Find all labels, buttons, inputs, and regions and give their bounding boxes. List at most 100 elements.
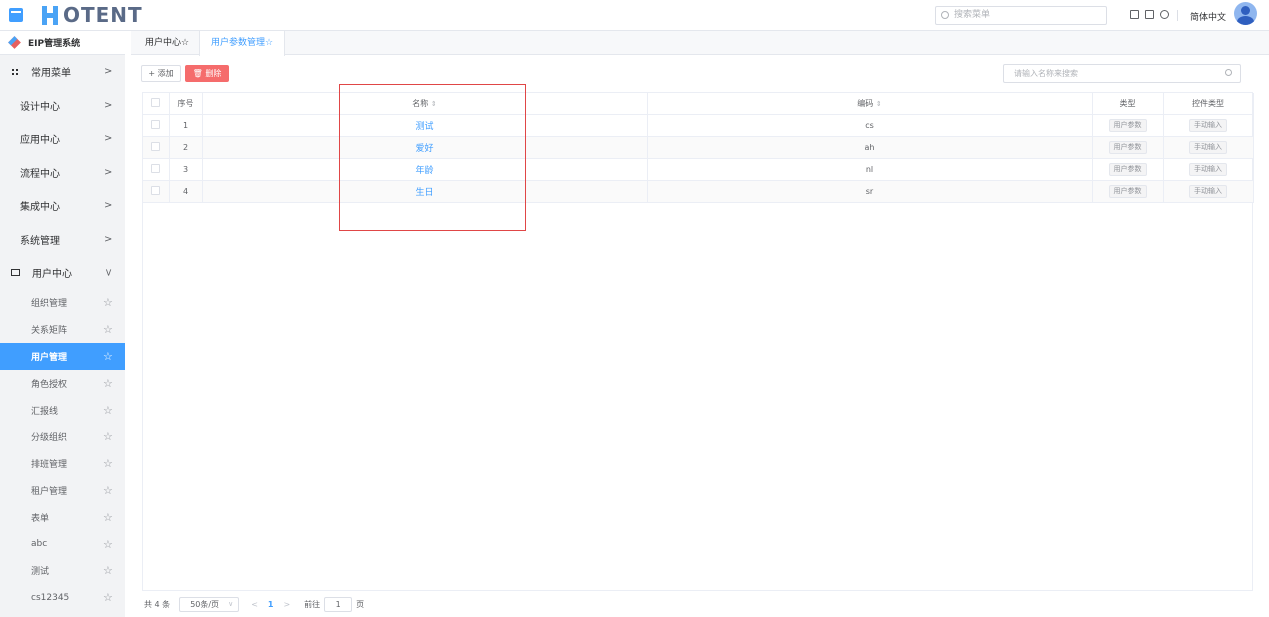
star-icon[interactable]: ☆ <box>103 323 113 336</box>
sidebar-subitem[interactable]: 用户管理 ☆ <box>0 343 125 370</box>
tab-user-center[interactable]: 用户中心☆ <box>137 31 197 55</box>
page-number[interactable]: 1 <box>268 600 274 609</box>
sidebar-item-design-center[interactable]: 设计中心 > <box>0 89 125 123</box>
sidebar-item-common-menu[interactable]: 常用菜单 > <box>0 55 125 89</box>
delete-button-label: 删除 <box>205 69 222 78</box>
sidebar-item-label: 流程中心 <box>20 168 60 180</box>
cell-index: 1 <box>182 120 189 130</box>
sidebar-subitem[interactable]: 组织管理 ☆ <box>0 290 125 317</box>
page-size-select[interactable]: 50条/页 ∨ <box>179 597 240 612</box>
next-page-button[interactable]: > <box>283 600 290 609</box>
header-code[interactable]: 编码 ⇕ <box>647 93 1093 115</box>
sidebar-item-integration-center[interactable]: 集成中心 > <box>0 189 125 223</box>
monitor-icon <box>11 269 20 277</box>
name-search-input[interactable]: 请输入名称来搜索 <box>1003 64 1241 83</box>
star-icon[interactable]: ☆ <box>103 404 113 417</box>
row-checkbox[interactable] <box>151 119 161 129</box>
cell-type-tag: 用户参数 <box>1108 162 1147 176</box>
delete-button[interactable]: 🗑︎ 删除 <box>185 65 229 82</box>
cell-type-cell: 用户参数 <box>1092 114 1164 137</box>
cell-type-cell: 用户参数 <box>1092 158 1164 181</box>
sidebar-subitem-label: 组织管理 <box>31 299 68 310</box>
sidebar-item-app-center[interactable]: 应用中心 > <box>0 122 125 156</box>
sidebar-subitem[interactable]: 角色授权 ☆ <box>0 370 125 397</box>
sidebar-item-label: 系统管理 <box>20 235 60 247</box>
sidebar-subitem[interactable]: 测试 ☆ <box>0 557 125 584</box>
avatar[interactable] <box>1234 2 1257 25</box>
table-row: 4 生日 sr 用户参数 手动输入 <box>143 180 1254 203</box>
sidebar: EIP管理系统 常用菜单 > 设计中心 > 应用中心 > 流程中心 > 集成中心… <box>0 31 125 617</box>
row-checkbox-cell <box>143 158 170 181</box>
cell-index-cell: 1 <box>169 114 203 137</box>
goto-page-input[interactable]: 1 <box>324 597 353 612</box>
cell-code-cell: sr <box>647 180 1093 203</box>
language-switch[interactable]: 简体中文 <box>1190 10 1226 23</box>
search-icon[interactable] <box>1225 69 1232 76</box>
row-checkbox[interactable] <box>151 185 161 195</box>
menu-search-placeholder: 搜索菜单 <box>954 10 991 20</box>
star-icon[interactable]: ☆ <box>103 484 113 497</box>
cell-control-type-cell: 手动输入 <box>1163 158 1254 181</box>
row-checkbox[interactable] <box>151 163 161 173</box>
star-icon[interactable]: ☆ <box>103 377 113 390</box>
cell-control-type-tag: 手动输入 <box>1189 140 1227 154</box>
sidebar-item-system-management[interactable]: 系统管理 > <box>0 223 125 257</box>
system-name: EIP管理系统 <box>28 39 81 49</box>
sidebar-subitem[interactable]: 分级组织 ☆ <box>0 423 125 450</box>
star-icon[interactable]: ☆ <box>103 430 113 443</box>
menu-search-input[interactable]: 搜索菜单 <box>935 6 1107 25</box>
chevron-down-icon: > <box>102 268 114 277</box>
sidebar-subitem[interactable]: abc ☆ <box>0 531 125 558</box>
sidebar-item-flow-center[interactable]: 流程中心 > <box>0 156 125 190</box>
tab-bar: 用户中心☆ 用户参数管理☆ <box>131 31 1269 56</box>
name-search-placeholder: 请输入名称来搜索 <box>1014 69 1078 78</box>
system-switcher[interactable]: EIP管理系统 <box>0 31 125 55</box>
tab-user-params[interactable]: 用户参数管理☆ <box>199 31 286 56</box>
header-code-label: 编码 <box>857 98 874 108</box>
select-all-checkbox[interactable] <box>143 93 170 115</box>
sidebar-subitem[interactable]: cs12345 ☆ <box>0 584 125 611</box>
sidebar-subitem[interactable]: 租户管理 ☆ <box>0 477 125 504</box>
chevron-right-icon: > <box>104 66 113 78</box>
sidebar-subitem-label: 汇报线 <box>31 406 59 417</box>
refresh-icon[interactable] <box>1160 10 1169 19</box>
annotation-highlight-box <box>339 84 526 231</box>
sidebar-subitem[interactable]: 排班管理 ☆ <box>0 450 125 477</box>
total-count: 共 4 条 <box>144 600 171 609</box>
star-icon[interactable]: ☆ <box>103 564 113 577</box>
monitor-icon[interactable] <box>1130 10 1139 19</box>
star-icon[interactable]: ☆ <box>103 350 113 363</box>
cell-control-type-tag: 手动输入 <box>1189 184 1227 198</box>
cell-control-type-cell: 手动输入 <box>1163 136 1254 159</box>
sidebar-item-user-center[interactable]: 用户中心 > <box>0 256 125 290</box>
star-icon[interactable]: ☆ <box>103 511 113 524</box>
sort-icon[interactable]: ⇕ <box>876 100 882 108</box>
table-header-row: 序号 名称 ⇕ 编码 ⇕ 类型 控件类型 <box>143 93 1254 115</box>
sidebar-subitem[interactable]: 关系矩阵 ☆ <box>0 316 125 343</box>
cell-index-cell: 2 <box>169 136 203 159</box>
cell-index: 3 <box>182 164 189 174</box>
menu-toggle-icon[interactable] <box>9 8 23 22</box>
sidebar-subitem[interactable]: 表单 ☆ <box>0 504 125 531</box>
cell-index-cell: 4 <box>169 180 203 203</box>
header-type: 类型 <box>1092 93 1164 115</box>
top-bar: OTENT 搜索菜单 简体中文 <box>0 0 1269 31</box>
star-icon[interactable]: ☆ <box>103 538 113 551</box>
row-checkbox-cell <box>143 136 170 159</box>
sidebar-item-label: 集成中心 <box>20 202 60 214</box>
cell-index: 4 <box>182 186 189 196</box>
prev-page-button[interactable]: < <box>251 600 258 609</box>
star-icon[interactable]: ☆ <box>103 457 113 470</box>
add-button[interactable]: + 添加 <box>141 65 181 82</box>
star-icon[interactable]: ☆ <box>103 296 113 309</box>
cell-index-cell: 3 <box>169 158 203 181</box>
row-checkbox[interactable] <box>151 141 161 151</box>
header-index: 序号 <box>169 93 203 115</box>
chevron-down-icon: ∨ <box>228 600 234 608</box>
star-icon[interactable]: ☆ <box>103 591 113 604</box>
cell-control-type-cell: 手动输入 <box>1163 180 1254 203</box>
sidebar-subitem[interactable]: 汇报线 ☆ <box>0 397 125 424</box>
fullscreen-icon[interactable] <box>1145 10 1154 19</box>
divider <box>1177 10 1178 21</box>
sidebar-subitem-label: 测试 <box>31 567 50 578</box>
